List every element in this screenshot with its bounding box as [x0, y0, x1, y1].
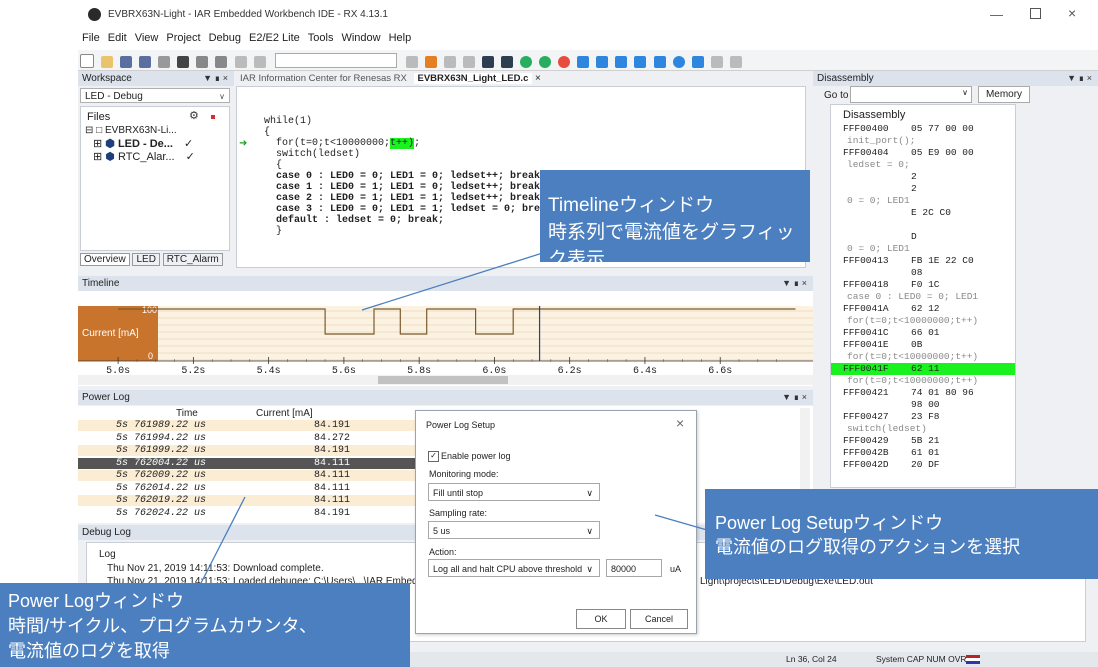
- timeline-leader-line: [361, 244, 569, 311]
- callout-line: 時間/サイクル、プログラムカウンタ、: [8, 616, 318, 636]
- powerlog-leader-line: [199, 496, 246, 586]
- timeline-callout: Timelineウィンドウ 時系列で電流値をグラフィック表示: [540, 170, 810, 270]
- callout-line: 時系列で電流値をグラフィック表示: [548, 222, 795, 270]
- callout-line: 電流値のログを取得: [8, 641, 170, 661]
- callout-line: 電流値のログ取得のアクションを選択: [715, 537, 1021, 557]
- power-log-callout: Power Logウィンドウ 時間/サイクル、プログラムカウンタ、 電流値のログ…: [0, 583, 410, 667]
- callout-line: Power Log Setupウィンドウ: [715, 513, 944, 533]
- setup-leader-line: [654, 514, 708, 531]
- callout-line: Timelineウィンドウ: [548, 195, 715, 216]
- setup-callout: Power Log Setupウィンドウ 電流値のログ取得のアクションを選択: [705, 489, 1098, 579]
- callout-line: Power Logウィンドウ: [8, 591, 185, 611]
